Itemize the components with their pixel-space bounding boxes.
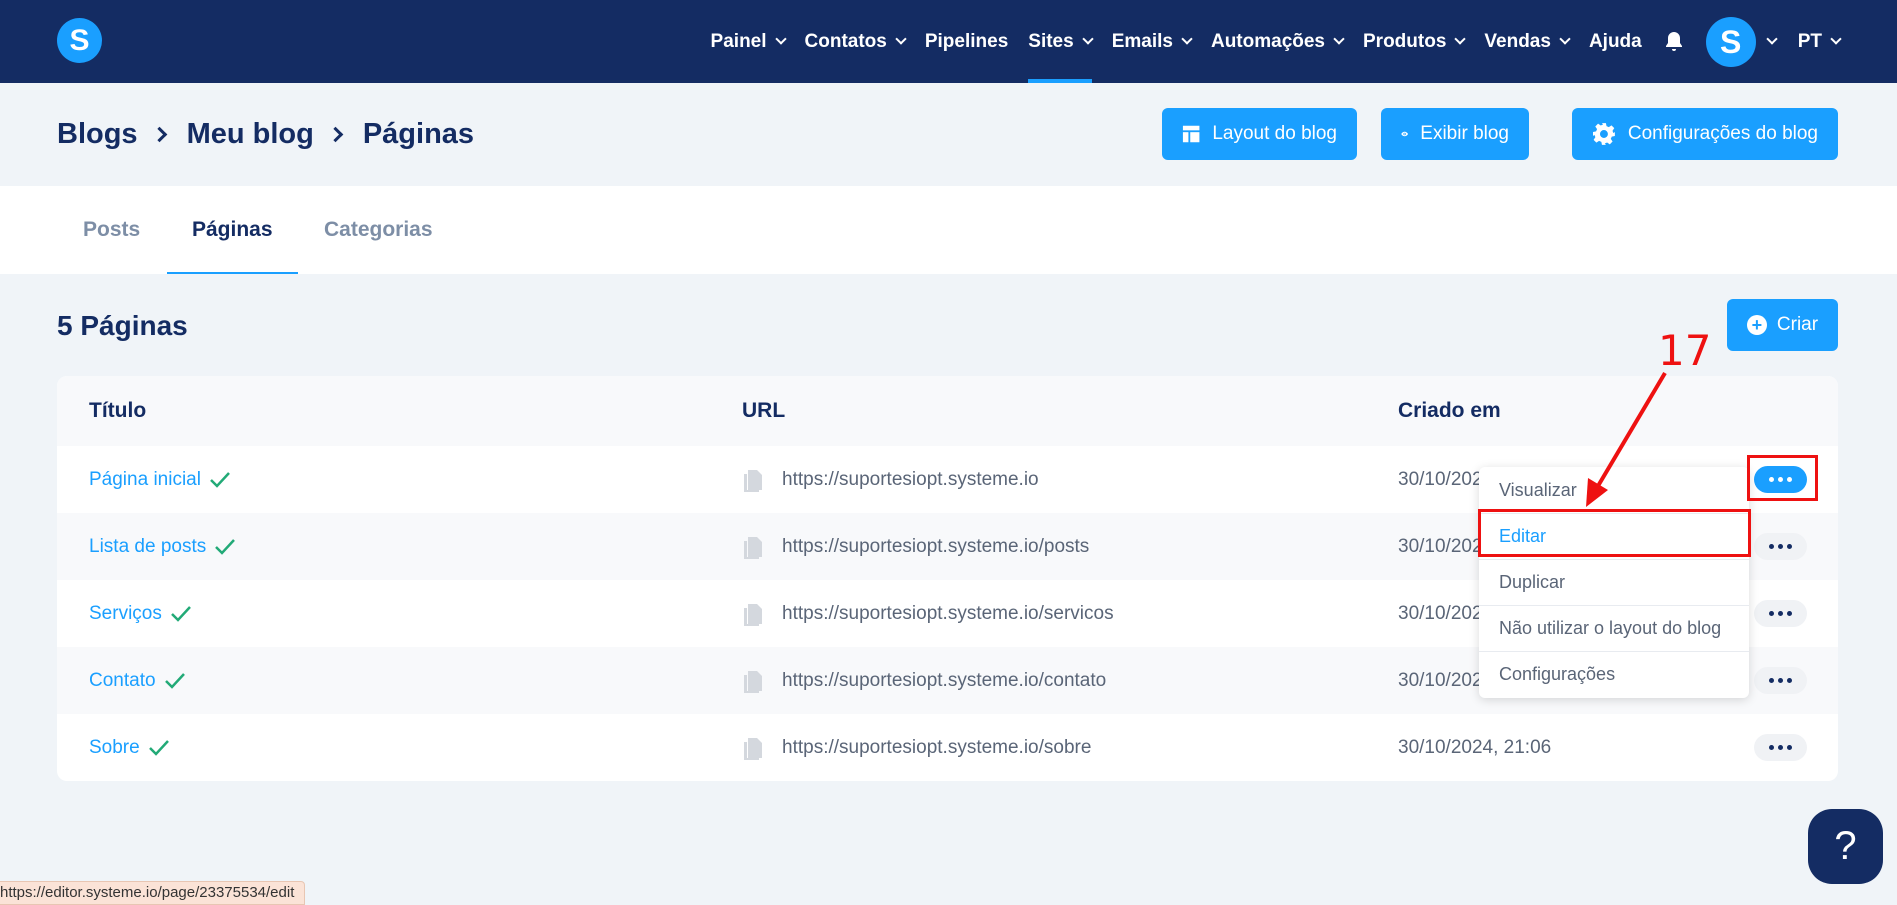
question-icon: ? [1834, 824, 1857, 868]
help-button[interactable]: ? [1808, 809, 1883, 884]
annotation-arrow [1586, 371, 1667, 507]
arrow-head [1586, 478, 1608, 507]
link-status-bar: https://editor.systeme.io/page/23375534/… [0, 881, 306, 905]
arrow-shaft [1596, 371, 1667, 488]
